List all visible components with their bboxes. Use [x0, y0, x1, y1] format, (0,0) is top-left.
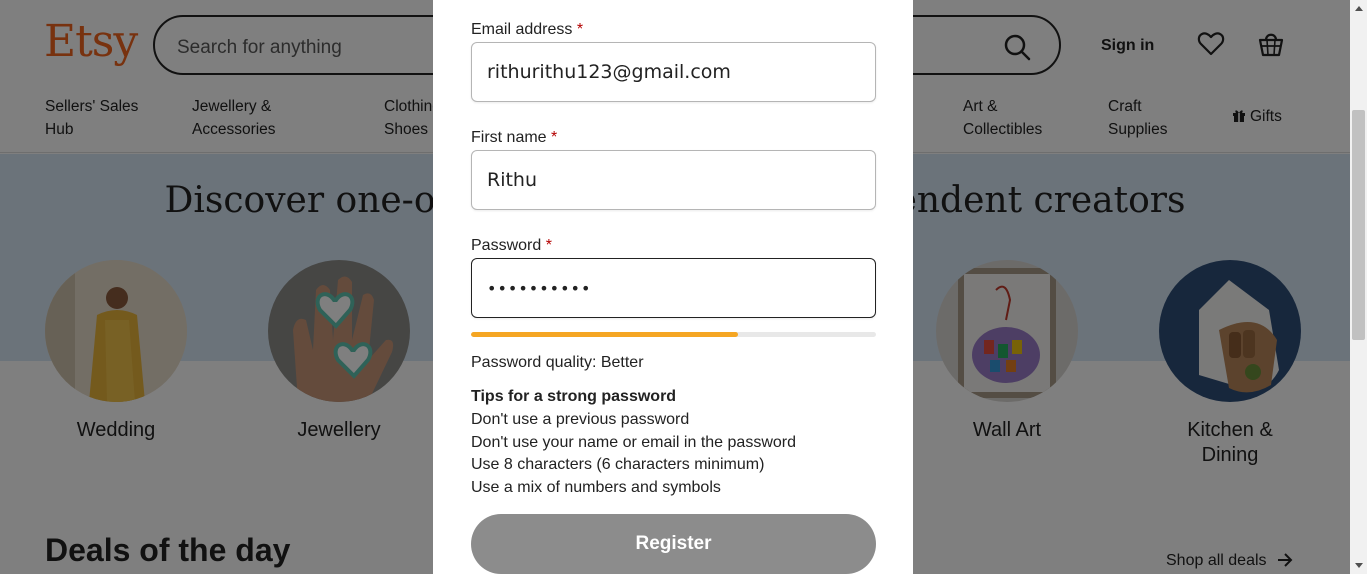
scroll-thumb[interactable]: [1352, 110, 1365, 340]
required-mark: *: [545, 237, 552, 254]
register-modal: Email address * rithurithu123@gmail.com …: [433, 0, 913, 574]
password-quality-text: Password quality: Better: [471, 354, 644, 371]
email-field[interactable]: rithurithu123@gmail.com: [471, 42, 876, 102]
password-field[interactable]: ••••••••••: [471, 258, 876, 318]
scroll-down-arrow-icon[interactable]: [1355, 563, 1363, 568]
password-label: Password *: [471, 237, 552, 255]
password-strength-fill: [471, 332, 739, 337]
first-name-label: First name *: [471, 129, 557, 147]
first-name-field[interactable]: Rithu: [471, 150, 876, 210]
required-mark: *: [576, 21, 584, 38]
required-mark: *: [551, 129, 558, 146]
first-name-label-text: First name: [471, 129, 547, 146]
password-value: ••••••••••: [487, 278, 592, 298]
password-tip: Don't use a previous password: [471, 411, 690, 428]
email-label: Email address *: [471, 21, 583, 39]
page-scrollbar[interactable]: [1350, 0, 1367, 574]
register-button[interactable]: Register: [471, 514, 876, 574]
password-tip: Don't use your name or email in the pass…: [471, 434, 796, 451]
scroll-up-arrow-icon[interactable]: [1355, 6, 1363, 11]
email-value: rithurithu123@gmail.com: [487, 61, 731, 83]
password-strength-meter: [471, 332, 876, 337]
password-tip: Use a mix of numbers and symbols: [471, 479, 721, 496]
password-label-text: Password: [471, 237, 542, 254]
password-tips-heading: Tips for a strong password: [471, 388, 677, 405]
password-tip: Use 8 characters (6 characters minimum): [471, 456, 765, 473]
first-name-value: Rithu: [487, 169, 538, 191]
email-label-text: Email address: [471, 21, 573, 38]
